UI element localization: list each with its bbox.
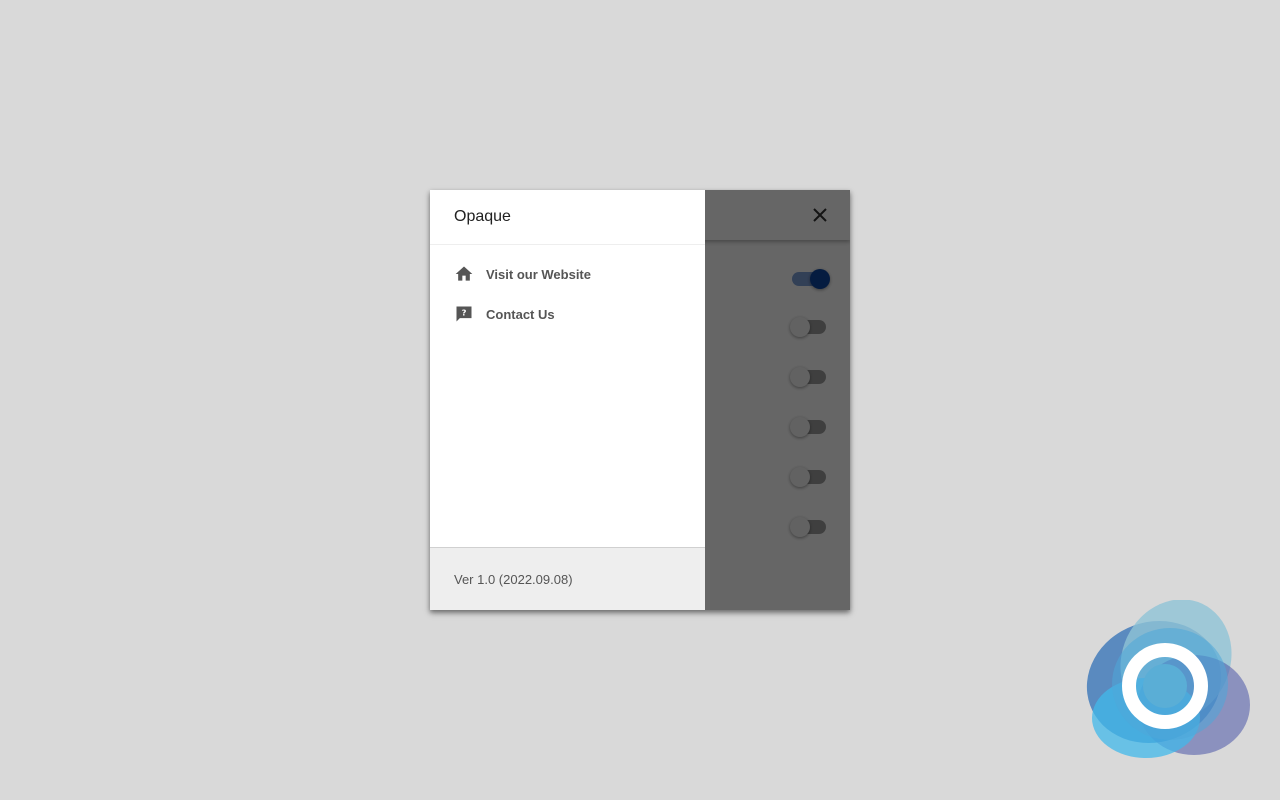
home-icon <box>454 264 474 284</box>
nav-item-contact-us[interactable]: ? Contact Us <box>454 302 555 326</box>
nav-item-visit-website[interactable]: Visit our Website <box>454 262 591 286</box>
close-button[interactable] <box>808 203 832 227</box>
version-label: Ver 1.0 (2022.09.08) <box>454 571 573 587</box>
close-icon <box>813 208 827 222</box>
toggle-switch-5[interactable] <box>790 467 826 487</box>
toggle-switch-6[interactable] <box>790 517 826 537</box>
extension-popup: Opaque Visit our Website ? Contact Us Ve… <box>430 190 850 610</box>
navigation-drawer: Opaque Visit our Website ? Contact Us Ve… <box>430 190 705 610</box>
nav-item-label: Visit our Website <box>486 266 591 282</box>
nav-item-label: Contact Us <box>486 306 555 322</box>
toggle-switch-2[interactable] <box>790 317 826 337</box>
app-logo-icon <box>1086 600 1250 758</box>
drawer-footer: Ver 1.0 (2022.09.08) <box>430 547 705 610</box>
svg-text:?: ? <box>462 308 467 318</box>
drawer-title: Opaque <box>454 208 511 225</box>
toggle-switch-3[interactable] <box>790 367 826 387</box>
help-chat-icon: ? <box>454 304 474 324</box>
toggle-switch-4[interactable] <box>790 417 826 437</box>
drawer-header: Opaque <box>430 190 705 245</box>
toggle-switch-1[interactable] <box>792 269 830 289</box>
